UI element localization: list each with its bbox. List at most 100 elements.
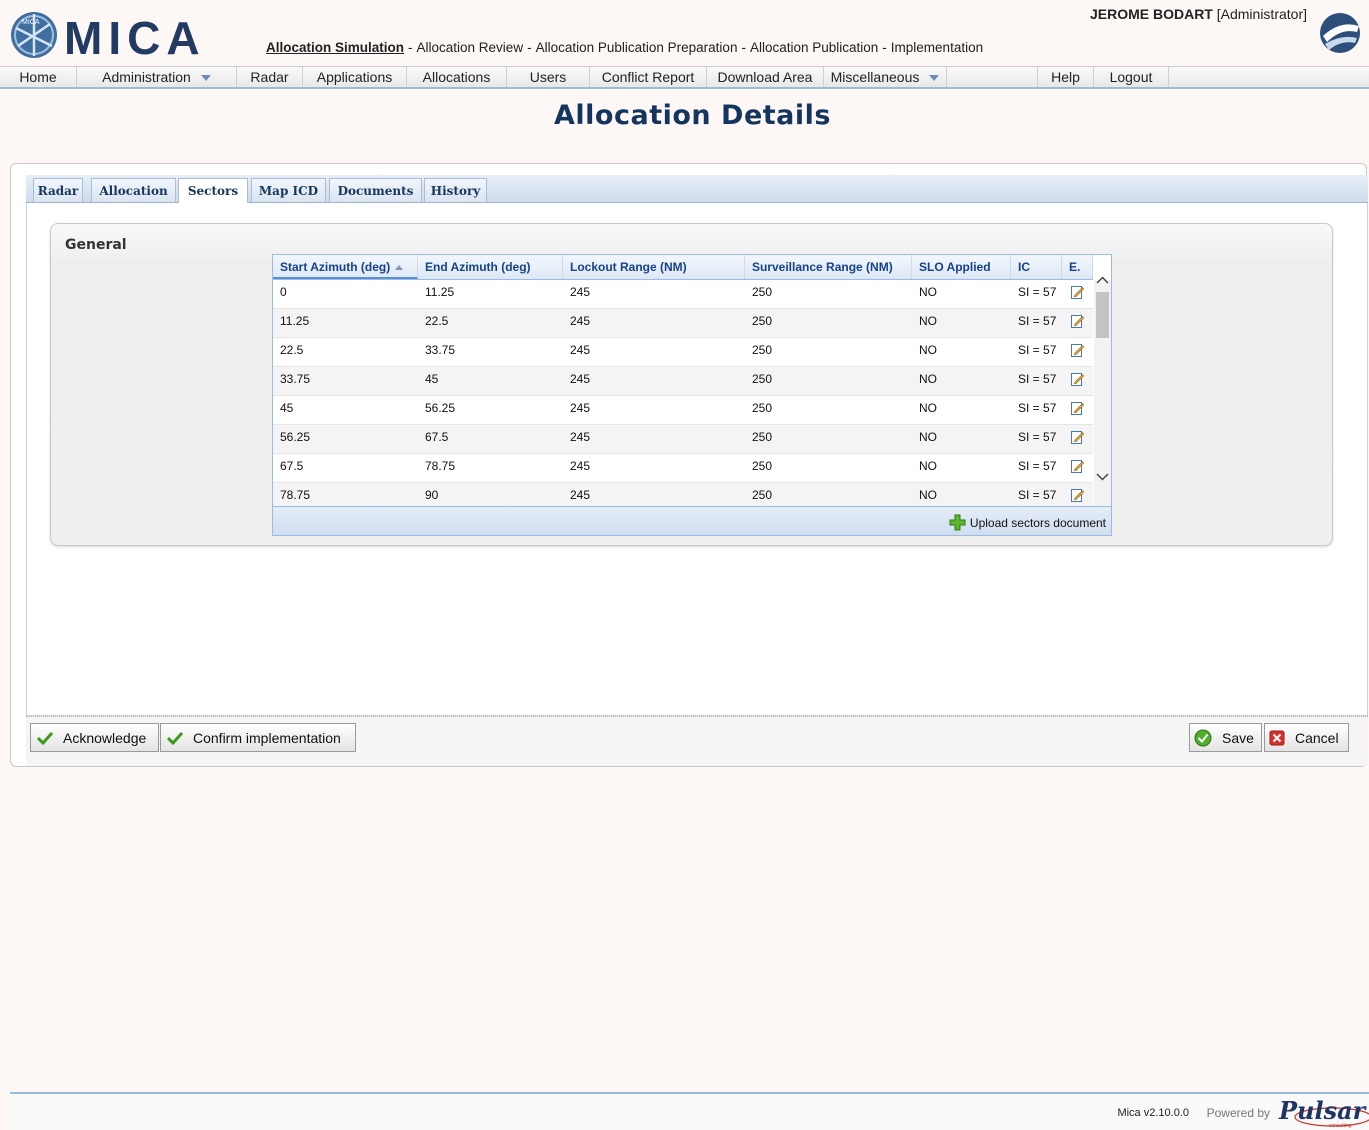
workflow-step[interactable]: Allocation Simulation bbox=[266, 40, 404, 55]
menu-item-users[interactable]: Users bbox=[507, 67, 590, 87]
tab-strip: Radar Allocation Sectors Map ICD Documents Hi… bbox=[26, 175, 1368, 203]
edit-icon[interactable] bbox=[1071, 401, 1084, 416]
table-row[interactable]: 67.5 78.75 245 250 NO SI = 57 bbox=[273, 454, 1093, 483]
sort-ascending-icon bbox=[395, 265, 404, 271]
table-row[interactable]: 33.75 45 245 250 NO SI = 57 bbox=[273, 367, 1093, 396]
tab-radar[interactable]: Radar bbox=[33, 178, 83, 202]
table-cell: SI = 57 bbox=[1018, 401, 1057, 415]
tab-map-icd[interactable]: Map ICD bbox=[251, 178, 326, 202]
table-cell: NO bbox=[919, 430, 937, 444]
edit-icon[interactable] bbox=[1071, 372, 1084, 387]
edit-icon[interactable] bbox=[1071, 488, 1084, 503]
column-header[interactable]: IC bbox=[1011, 255, 1062, 279]
column-header-label: SLO Applied bbox=[919, 260, 991, 274]
edit-icon[interactable] bbox=[1071, 459, 1084, 474]
powered-by-label: Powered by bbox=[1206, 1106, 1270, 1120]
column-header[interactable]: SLO Applied bbox=[912, 255, 1011, 279]
upload-sectors-label: Upload sectors document bbox=[969, 515, 1106, 530]
table-cell: 45 bbox=[425, 372, 439, 386]
table-cell: NO bbox=[919, 314, 937, 328]
workflow-step[interactable]: Implementation bbox=[891, 40, 983, 55]
table-cell: 245 bbox=[570, 459, 591, 473]
allocation-panel: Radar Allocation Sectors Map ICD Documents Hi… bbox=[10, 163, 1368, 767]
table-cell: 22.5 bbox=[425, 314, 449, 328]
menu-item-applications[interactable]: Applications bbox=[303, 67, 407, 87]
menu-item-allocations[interactable]: Allocations bbox=[407, 67, 507, 87]
menu-item-label: Allocations bbox=[422, 69, 491, 85]
workflow-step[interactable]: Allocation Review bbox=[417, 40, 524, 55]
menu-item-radar[interactable]: Radar bbox=[237, 67, 303, 87]
column-header[interactable]: Surveillance Range (NM) bbox=[745, 255, 912, 279]
menu-item-administration[interactable]: Administration bbox=[77, 67, 237, 87]
table-cell: 245 bbox=[570, 314, 591, 328]
check-icon bbox=[37, 731, 53, 745]
workflow-separator: - bbox=[741, 40, 746, 55]
tab-label: Radar bbox=[37, 183, 79, 198]
scroll-down-icon[interactable] bbox=[1094, 468, 1111, 485]
workflow-step[interactable]: Allocation Publication bbox=[750, 40, 878, 55]
edit-icon[interactable] bbox=[1071, 343, 1084, 358]
tab-allocation[interactable]: Allocation bbox=[91, 178, 176, 202]
table-cell: SI = 57 bbox=[1018, 285, 1057, 299]
menu-item-label: Logout bbox=[1109, 69, 1153, 85]
column-header[interactable]: Lockout Range (NM) bbox=[563, 255, 745, 279]
tab-sectors[interactable]: Sectors bbox=[178, 178, 248, 203]
menu-item-logout[interactable]: Logout bbox=[1094, 67, 1169, 87]
table-cell: SI = 57 bbox=[1018, 372, 1057, 386]
table-row[interactable]: 22.5 33.75 245 250 NO SI = 57 bbox=[273, 338, 1093, 367]
menu-item-conflict-report[interactable]: Conflict Report bbox=[590, 67, 707, 87]
menu-item-label: Miscellaneous bbox=[830, 69, 920, 85]
table-cell: 250 bbox=[752, 372, 773, 386]
version-label: Mica v2.10.0.0 bbox=[1117, 1107, 1189, 1119]
tab-documents[interactable]: Documents bbox=[329, 178, 422, 202]
workflow-step[interactable]: Allocation Publication Preparation bbox=[536, 40, 738, 55]
edit-icon[interactable] bbox=[1071, 314, 1084, 329]
menu-item-miscellaneous[interactable]: Miscellaneous bbox=[824, 67, 947, 87]
table-cell: NO bbox=[919, 401, 937, 415]
table-cell: 250 bbox=[752, 314, 773, 328]
mica-logo: MICA MICA bbox=[11, 12, 206, 64]
edit-icon[interactable] bbox=[1071, 430, 1084, 445]
add-icon bbox=[949, 514, 966, 531]
menu-item-help[interactable]: Help bbox=[1038, 67, 1094, 87]
scroll-thumb[interactable] bbox=[1096, 292, 1109, 338]
column-header[interactable]: Start Azimuth (deg) bbox=[273, 255, 418, 279]
table-cell: 67.5 bbox=[280, 459, 304, 473]
workflow-separator: - bbox=[408, 40, 413, 55]
table-row[interactable]: 11.25 22.5 245 250 NO SI = 57 bbox=[273, 309, 1093, 338]
table-cell: 245 bbox=[570, 401, 591, 415]
tab-history[interactable]: History bbox=[424, 178, 487, 202]
edit-icon[interactable] bbox=[1071, 285, 1084, 300]
grid-scrollbar[interactable] bbox=[1094, 276, 1111, 506]
table-row[interactable]: 0 11.25 245 250 NO SI = 57 bbox=[273, 280, 1093, 309]
table-cell: SI = 57 bbox=[1018, 430, 1057, 444]
save-button[interactable]: Save bbox=[1189, 723, 1262, 752]
table-cell: 250 bbox=[752, 430, 773, 444]
menu-item-download-area[interactable]: Download Area bbox=[707, 67, 824, 87]
table-row[interactable]: 78.75 90 245 250 NO SI = 57 bbox=[273, 483, 1093, 506]
table-row[interactable]: 45 56.25 245 250 NO SI = 57 bbox=[273, 396, 1093, 425]
ok-circle-icon bbox=[1194, 729, 1212, 746]
table-row[interactable]: 56.25 67.5 245 250 NO SI = 57 bbox=[273, 425, 1093, 454]
table-cell: NO bbox=[919, 459, 937, 473]
column-header[interactable]: End Azimuth (deg) bbox=[418, 255, 563, 279]
table-cell: 11.25 bbox=[425, 285, 455, 299]
menu-item-label: Applications bbox=[316, 69, 393, 85]
scroll-up-icon[interactable] bbox=[1094, 272, 1111, 289]
table-cell: 250 bbox=[752, 488, 773, 502]
dropdown-arrow-icon bbox=[929, 75, 940, 81]
column-header[interactable]: E. bbox=[1062, 255, 1093, 279]
acknowledge-button[interactable]: Acknowledge bbox=[30, 723, 159, 752]
confirm-implementation-button[interactable]: Confirm implementation bbox=[160, 723, 356, 752]
column-header-label: Lockout Range (NM) bbox=[570, 260, 687, 274]
column-header-label: IC bbox=[1018, 260, 1030, 274]
table-cell: 78.75 bbox=[425, 459, 456, 473]
app-name: MICA bbox=[64, 12, 206, 64]
footer: Mica v2.10.0.0 Powered by Pulsar consult… bbox=[10, 1092, 1369, 1130]
logo-small-text: MICA bbox=[22, 19, 40, 26]
menu-item-home[interactable]: Home bbox=[0, 67, 77, 87]
grid-header: Start Azimuth (deg) End Azimuth (deg) Lock… bbox=[273, 255, 1093, 280]
upload-sectors-button[interactable]: Upload sectors document bbox=[949, 514, 1106, 531]
check-icon bbox=[167, 731, 183, 745]
cancel-button[interactable]: Cancel bbox=[1264, 723, 1349, 752]
